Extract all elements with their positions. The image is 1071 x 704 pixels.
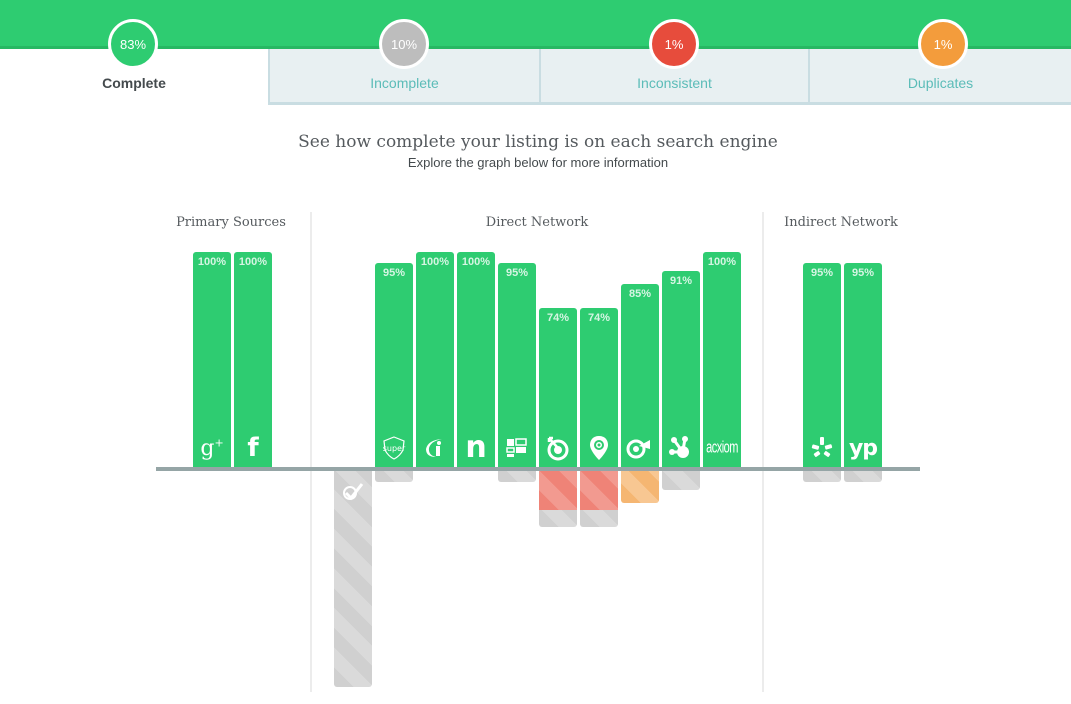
complete-bar[interactable]: 100% acxiom [703,252,741,468]
incomplete-segment [803,471,841,482]
duplicates-segment [621,471,659,503]
frog-foot-icon [662,434,700,462]
factual-icon [498,434,536,462]
inconsistent-segment [580,471,618,510]
bar-value-label: 95% [851,267,875,279]
infogroup-icon [416,434,454,462]
complete-percent-badge: 83% [108,19,158,69]
complete-bar[interactable]: 95% [498,263,536,468]
svg-text:super: super [383,444,406,453]
google-plus-icon: g+ [200,435,224,461]
complete-bar[interactable]: 100% g+ [193,252,231,468]
below-axis-stack[interactable] [621,471,659,503]
page-headline: See how complete your listing is on each… [298,132,778,152]
complete-bar[interactable]: 91% [662,271,700,468]
complete-bar[interactable]: 74% [539,308,577,468]
complete-bar[interactable]: 95% [803,263,841,468]
bar-value-label: 100% [197,256,227,268]
bar-value-label: 95% [382,267,406,279]
bar-value-label: 100% [707,256,737,268]
bar-value-label: 95% [810,267,834,279]
inconsistent-segment [539,471,577,510]
bar-value-label: 74% [587,312,611,324]
below-axis-stack[interactable] [334,471,372,687]
bar-value-label: 100% [420,256,450,268]
yellow-pages-icon: yp [848,435,878,461]
below-axis-stack[interactable] [498,471,536,482]
duplicates-percent-badge: 1% [918,19,968,69]
below-axis-stack[interactable] [662,471,700,490]
incomplete-segment [498,471,536,482]
section-title-primary: Primary Sources [176,215,286,230]
complete-bar[interactable]: 100% [416,252,454,468]
tab-label: Incomplete [370,75,439,91]
complete-bar[interactable]: 100% f [234,252,272,468]
bar-value-label: 91% [669,275,693,287]
bar-value-label: 100% [461,256,491,268]
below-axis-stack[interactable] [375,471,413,482]
tab-label: Inconsistent [637,75,712,91]
complete-bar[interactable]: 74% [580,308,618,468]
tab-label: Complete [102,75,166,91]
section-title-indirect: Indirect Network [784,215,898,230]
facebook-icon: f [247,433,259,463]
acxiom-icon: acxiom [706,439,738,457]
incomplete-segment [580,510,618,527]
complete-bar[interactable]: 100% n [457,252,495,468]
incomplete-segment [662,471,700,490]
page-subline: Explore the graph below for more informa… [407,155,669,170]
bullseye-megaphone-icon [621,434,659,462]
incomplete-segment [844,471,882,482]
missing-segment [334,471,372,687]
below-axis-stack[interactable] [803,471,841,482]
inconsistent-percent-badge: 1% [649,19,699,69]
complete-bar[interactable]: 85% [621,284,659,468]
below-axis-stack[interactable] [844,471,882,482]
bar-value-label: 85% [628,288,652,300]
map-pin-icon [580,434,618,462]
target-icon [539,434,577,462]
complete-bar[interactable]: 95% yp [844,263,882,468]
section-divider [310,212,312,692]
chart-axis [156,467,920,471]
superpages-icon: super [375,434,413,462]
section-title-direct: Direct Network [485,215,589,230]
incomplete-percent-badge: 10% [379,19,429,69]
section-divider [762,212,764,692]
checkmark-icon [334,481,372,503]
status-tabs: Complete Incomplete Inconsistent Duplica… [0,46,1071,105]
bar-value-label: 100% [238,256,268,268]
yelp-icon [803,434,841,462]
neustar-icon: n [465,430,487,465]
below-axis-stack[interactable] [580,471,618,527]
tab-label: Duplicates [907,75,974,91]
complete-bar[interactable]: 95% super [375,263,413,468]
incomplete-segment [539,510,577,527]
header-band [0,0,1071,49]
incomplete-segment [375,471,413,482]
bar-value-label: 74% [546,312,570,324]
below-axis-stack[interactable] [539,471,577,527]
bar-value-label: 95% [505,267,529,279]
